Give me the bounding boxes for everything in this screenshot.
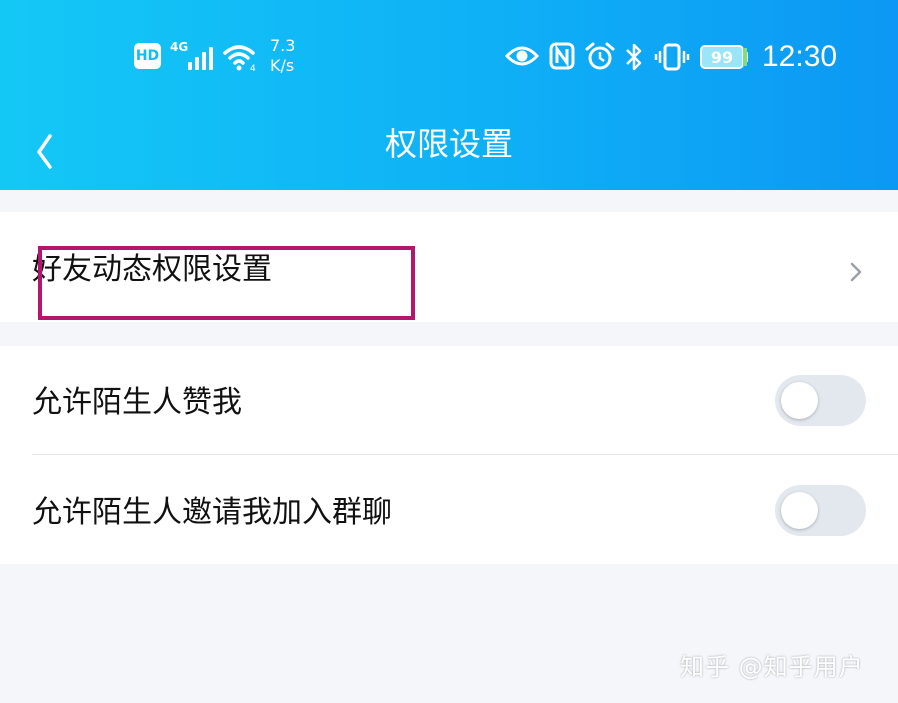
wifi-icon: 4 (222, 41, 262, 73)
row-divider (32, 454, 898, 455)
nfc-icon (549, 42, 575, 70)
allow-stranger-like-label: 允许陌生人赞我 (32, 385, 242, 420)
watermark: 知乎 @知乎用户 (680, 653, 864, 681)
chevron-right-icon (846, 258, 866, 286)
highlight-annotation-box (38, 246, 415, 320)
network-speed: 7.3 K/s (270, 36, 310, 76)
signal-icon (188, 44, 214, 70)
speed-unit: K/s (270, 56, 295, 75)
toggle-knob (781, 492, 818, 529)
toggle-knob (781, 382, 818, 419)
hd-icon: HD (134, 43, 161, 69)
vibrate-icon (654, 43, 690, 71)
allow-stranger-group-invite-toggle[interactable] (775, 485, 866, 536)
network-type-label: 4G (170, 40, 189, 54)
page-title: 权限设置 (384, 125, 513, 163)
allow-stranger-like-toggle[interactable] (775, 375, 866, 426)
allow-stranger-group-invite-label: 允许陌生人邀请我加入群聊 (32, 495, 392, 530)
status-bar: HD 4G 4 7.3 K/s 99 12:30 (0, 0, 898, 115)
bluetooth-icon (624, 41, 644, 73)
svg-text:4: 4 (250, 64, 256, 73)
app-header: HD 4G 4 7.3 K/s 99 12:30 权限设置 (0, 0, 898, 190)
alarm-icon (584, 42, 616, 72)
stranger-permissions-section: 允许陌生人赞我 允许陌生人邀请我加入群聊 (0, 346, 898, 564)
nav-bar: 权限设置 (0, 110, 898, 180)
speed-value: 7.3 (270, 36, 296, 55)
clock: 12:30 (762, 40, 838, 73)
battery-level: 99 (710, 47, 734, 67)
eye-icon (505, 43, 539, 69)
